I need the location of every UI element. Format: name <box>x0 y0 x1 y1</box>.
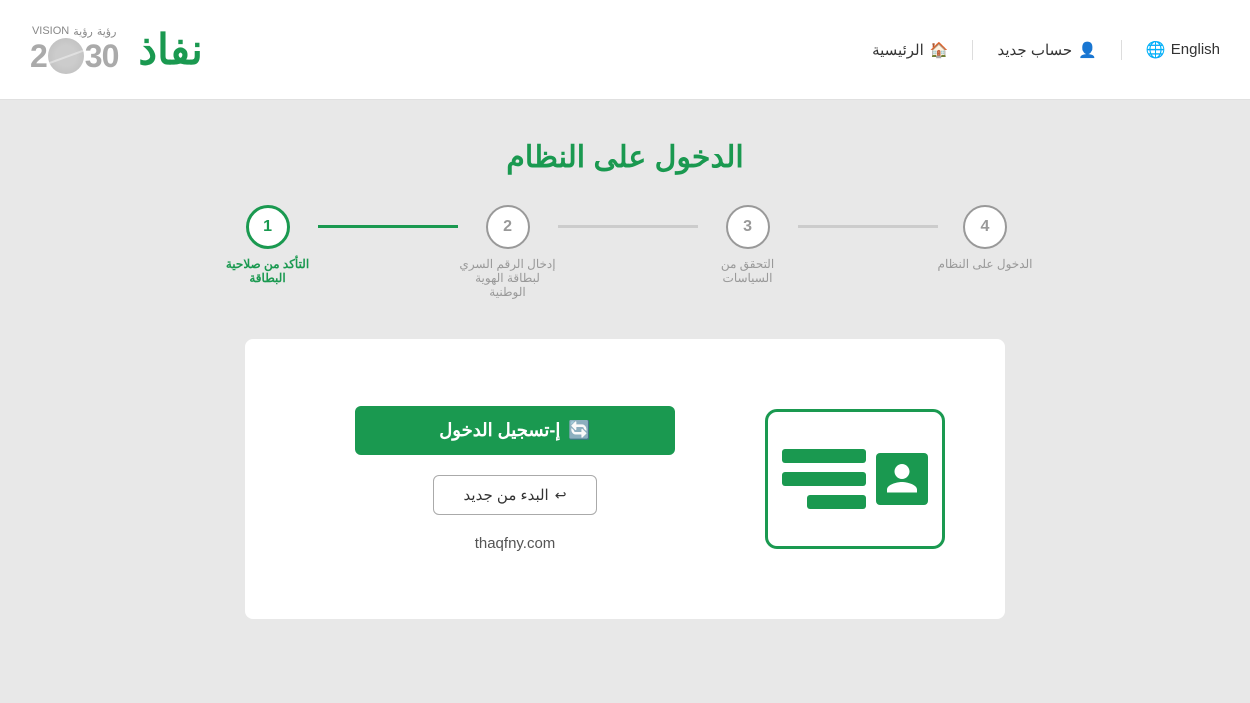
step-1-number: 1 <box>263 218 272 236</box>
step-2-circle: 2 <box>486 205 530 249</box>
new-start-label: البدء من جديد <box>464 486 549 504</box>
step-4-number: 4 <box>981 218 990 236</box>
language-switcher[interactable]: 🌐 English <box>1146 40 1220 60</box>
globe-zero-icon <box>48 38 84 74</box>
id-line-2 <box>782 472 866 486</box>
new-account-link[interactable]: 👤 حساب جديد <box>997 41 1096 59</box>
step-4-circle: 4 <box>963 205 1007 249</box>
step-4-wrapper: 4 الدخول على النظام <box>938 205 1033 271</box>
page-title: الدخول على النظام <box>20 140 1230 175</box>
refresh-icon: ↩ <box>555 487 567 504</box>
id-line-1 <box>782 449 866 463</box>
nav-bar: 🌐 English 👤 حساب جديد 🏠 الرئيسية <box>872 40 1220 60</box>
page-title-container: الدخول على النظام <box>20 140 1230 175</box>
step-2-wrapper: 2 إدخال الرقم السري لبطاقة الهوية الوطني… <box>458 205 558 299</box>
id-avatar-icon <box>876 453 928 505</box>
login-button[interactable]: 🔄 إ-تسجيل الدخول <box>355 406 675 455</box>
user-icon: 👤 <box>1078 41 1097 59</box>
id-lines <box>782 449 866 509</box>
id-line-3 <box>807 495 866 509</box>
step-3-wrapper: 3 التحقق من السياسات <box>698 205 798 285</box>
home-label: الرئيسية <box>872 41 924 59</box>
logo-area: نفاذ VISION رؤية رؤية 2 3 0 <box>30 25 203 75</box>
buttons-area: 🔄 إ-تسجيل الدخول ↩ البدء من جديد thaqfny… <box>305 406 725 552</box>
new-account-label: حساب جديد <box>997 41 1072 59</box>
step-2-number: 2 <box>503 218 512 236</box>
main-content: الدخول على النظام 1 التأكد من صلاحية الب… <box>0 100 1250 703</box>
step-line-1-2 <box>318 225 458 228</box>
login-button-label: إ-تسجيل الدخول <box>439 420 560 441</box>
language-label[interactable]: English <box>1171 41 1220 58</box>
person-icon <box>884 461 920 497</box>
login-button-icon: 🔄 <box>568 420 590 441</box>
nfadh-logo: نفاذ <box>138 25 202 74</box>
step-line-3-4 <box>798 225 938 228</box>
nav-divider-2 <box>972 40 973 60</box>
vision-label: VISION رؤية رؤية <box>32 25 116 38</box>
vision-2030: 2 3 0 <box>30 38 118 75</box>
step-line-2-3 <box>558 225 698 228</box>
steps-progress: 1 التأكد من صلاحية البطاقة 2 إدخال الرقم… <box>20 205 1230 299</box>
step-1-label: التأكد من صلاحية البطاقة <box>218 257 318 285</box>
vision-logo: VISION رؤية رؤية 2 3 0 <box>30 25 118 75</box>
step-3-circle: 3 <box>726 205 770 249</box>
login-card: 🔄 إ-تسجيل الدخول ↩ البدء من جديد thaqfny… <box>245 339 1005 619</box>
step-2-label: إدخال الرقم السري لبطاقة الهوية الوطنية <box>458 257 558 299</box>
step-3-label: التحقق من السياسات <box>698 257 798 285</box>
home-link[interactable]: 🏠 الرئيسية <box>872 41 948 59</box>
globe-icon: 🌐 <box>1146 40 1166 60</box>
website-link: thaqfny.com <box>475 535 556 552</box>
home-icon: 🏠 <box>930 41 949 59</box>
step-3-number: 3 <box>743 218 752 236</box>
step-1-wrapper: 1 التأكد من صلاحية البطاقة <box>218 205 318 285</box>
header: 🌐 English 👤 حساب جديد 🏠 الرئيسية نفاذ VI… <box>0 0 1250 100</box>
id-card-icon <box>765 409 945 549</box>
new-start-button[interactable]: ↩ البدء من جديد <box>433 475 598 515</box>
step-1-circle: 1 <box>246 205 290 249</box>
nav-divider-1 <box>1121 40 1122 60</box>
step-4-label: الدخول على النظام <box>938 257 1033 271</box>
